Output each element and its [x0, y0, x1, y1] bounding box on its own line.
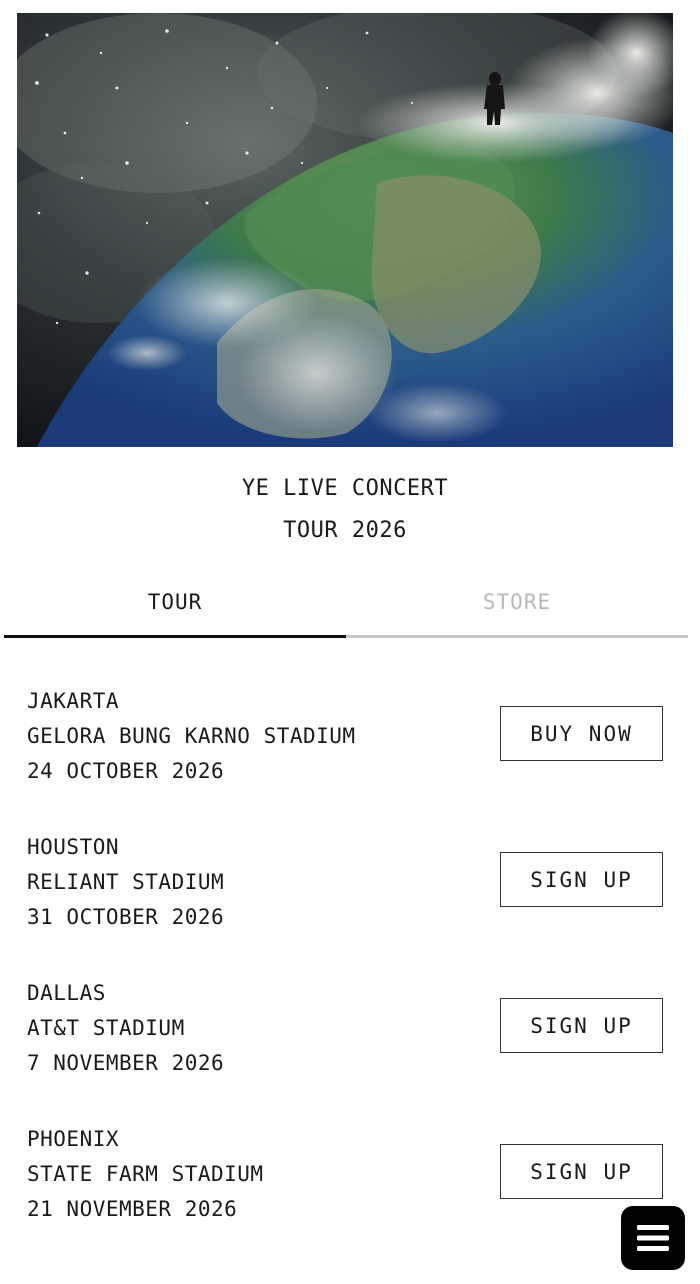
tab-tour-underline	[4, 635, 346, 638]
event-details: JAKARTA GELORA BUNG KARNO STADIUM 24 OCT…	[27, 684, 356, 789]
event-details: PHOENIX STATE FARM STADIUM 21 NOVEMBER 2…	[27, 1122, 264, 1227]
event-venue: GELORA BUNG KARNO STADIUM	[27, 724, 356, 748]
event-details: HOUSTON RELIANT STADIUM 31 OCTOBER 2026	[27, 830, 224, 935]
sign-up-button[interactable]: SIGN UP	[500, 998, 663, 1053]
tab-store[interactable]: STORE	[346, 572, 688, 632]
event-city: PHOENIX	[27, 1127, 120, 1151]
tab-tour[interactable]: TOUR	[4, 572, 346, 632]
event-date: 7 NOVEMBER 2026	[27, 1051, 225, 1075]
event-date: 31 OCTOBER 2026	[27, 905, 225, 929]
event-city: HOUSTON	[27, 835, 120, 859]
hero-image	[17, 13, 673, 447]
event-venue: RELIANT STADIUM	[27, 870, 225, 894]
event-date: 24 OCTOBER 2026	[27, 759, 225, 783]
event-details: DALLAS AT&T STADIUM 7 NOVEMBER 2026	[27, 976, 224, 1081]
tab-bar: TOUR STORE	[4, 572, 688, 640]
sign-up-button[interactable]: SIGN UP	[500, 852, 663, 907]
event-date: 21 NOVEMBER 2026	[27, 1197, 238, 1221]
menu-icon	[637, 1225, 669, 1251]
list-item: PHOENIX STATE FARM STADIUM 21 NOVEMBER 2…	[0, 1118, 700, 1264]
tour-dates-list: JAKARTA GELORA BUNG KARNO STADIUM 24 OCT…	[0, 680, 700, 1264]
event-venue: AT&T STADIUM	[27, 1016, 185, 1040]
earth-artwork	[17, 13, 673, 447]
event-venue: STATE FARM STADIUM	[27, 1162, 264, 1186]
title-line-1: YE LIVE CONCERT	[241, 476, 449, 501]
menu-button[interactable]	[621, 1206, 685, 1270]
concert-title: YE LIVE CONCERT TOUR 2026	[0, 468, 690, 552]
sign-up-button[interactable]: SIGN UP	[500, 1144, 663, 1199]
list-item: JAKARTA GELORA BUNG KARNO STADIUM 24 OCT…	[0, 680, 700, 826]
tab-store-underline	[346, 635, 688, 638]
list-item: HOUSTON RELIANT STADIUM 31 OCTOBER 2026 …	[0, 826, 700, 972]
event-city: JAKARTA	[27, 689, 120, 713]
title-line-2: TOUR 2026	[283, 518, 407, 543]
buy-now-button[interactable]: BUY NOW	[500, 706, 663, 761]
list-item: DALLAS AT&T STADIUM 7 NOVEMBER 2026 SIGN…	[0, 972, 700, 1118]
event-city: DALLAS	[27, 981, 106, 1005]
